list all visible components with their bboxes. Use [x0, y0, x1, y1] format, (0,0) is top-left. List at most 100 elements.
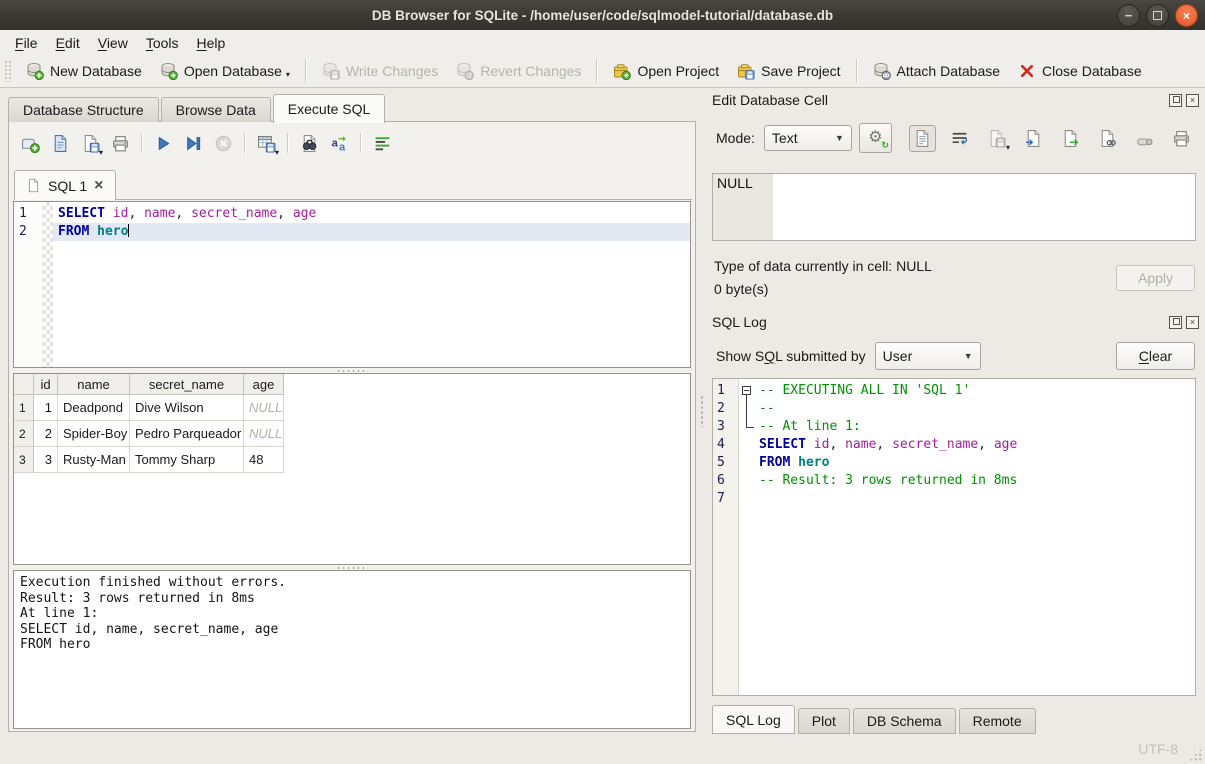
edit-cell-dock-title: Edit Database Cell — [712, 92, 828, 108]
save-results-button[interactable]: ▾ — [253, 130, 280, 157]
sql-log-filter-row: Show SQL submitted by User ▼ Clear — [716, 341, 1195, 371]
mode-dropdown[interactable]: Text ▼ — [764, 125, 852, 151]
clear-button[interactable]: Clear — [1116, 342, 1195, 370]
toolbar-button-label: Revert Changes — [480, 63, 581, 79]
open-sql-file-button[interactable] — [47, 130, 74, 157]
close-database-button[interactable]: Close Database — [1009, 58, 1151, 84]
collapse-icon[interactable] — [742, 386, 751, 395]
find-replace-button[interactable] — [296, 130, 323, 157]
tab-browse-data[interactable]: Browse Data — [161, 97, 271, 122]
print-button[interactable] — [107, 130, 134, 157]
save-sql-file-button[interactable]: ▾ — [77, 130, 104, 157]
toolbar-button-label: Open Database — [184, 63, 282, 79]
revert-changes-button[interactable]: ↺Revert Changes — [447, 58, 590, 84]
dock-tab-plot[interactable]: Plot — [798, 708, 850, 734]
tab-database-structure[interactable]: Database Structure — [8, 97, 159, 122]
new-database-button[interactable]: New Database — [17, 58, 151, 84]
sql-editor[interactable]: 12 SELECT id, name, secret_name, ageFROM… — [13, 201, 691, 368]
table-cell[interactable]: Spider-Boy — [58, 421, 130, 447]
resize-grip[interactable] — [1189, 748, 1202, 761]
minimize-button[interactable]: − — [1117, 4, 1140, 27]
table-cell[interactable]: Dive Wilson — [130, 395, 244, 421]
dock-tab-remote[interactable]: Remote — [959, 708, 1036, 734]
dock-float-icon[interactable] — [1169, 94, 1182, 107]
table-corner[interactable] — [14, 374, 34, 395]
editor-line: SELECT id, name, secret_name, age — [53, 205, 690, 223]
fold-mark — [739, 490, 756, 508]
open-database-button[interactable]: Open Database ▾ — [151, 58, 299, 84]
dock-close-icon[interactable]: × — [1186, 94, 1199, 107]
stop-button[interactable] — [210, 130, 237, 157]
execute-current-line-button[interactable] — [180, 130, 207, 157]
row-header[interactable]: 3 — [14, 447, 34, 473]
toolbar-grip[interactable] — [4, 60, 12, 82]
dropdown-caret-icon[interactable]: ▾ — [99, 148, 103, 157]
dock-tab-db-schema[interactable]: DB Schema — [853, 708, 956, 734]
dock-close-icon[interactable]: × — [1186, 316, 1199, 329]
open-in-app-button[interactable] — [1094, 125, 1121, 152]
editor-code-area[interactable]: SELECT id, name, secret_name, ageFROM he… — [53, 202, 690, 367]
close-button[interactable]: × — [1175, 4, 1198, 27]
table-cell[interactable]: Deadpond — [58, 395, 130, 421]
dropdown-caret-icon[interactable]: ▾ — [286, 70, 290, 80]
cell-editor[interactable]: NULL — [712, 173, 1196, 241]
table-cell[interactable]: 2 — [34, 421, 58, 447]
row-header[interactable]: 2 — [14, 421, 34, 447]
execute-current-line-icon — [184, 134, 203, 153]
sql-doc-icon — [26, 178, 41, 193]
menu-item-view[interactable]: View — [89, 33, 137, 53]
splitter-grip-icon — [700, 395, 704, 427]
cell-editor-toolbar: ▾ — [909, 125, 1195, 152]
cell-mode-row: Mode: Text ▼ ⚙ ↻ ▾ — [716, 123, 1195, 153]
menu-item-file[interactable]: File — [6, 33, 47, 53]
toggle-comment-icon — [373, 134, 392, 153]
fold-mark[interactable] — [739, 382, 756, 400]
menu-item-tools[interactable]: Tools — [137, 33, 188, 53]
column-header-secret-name[interactable]: secret_name — [130, 374, 244, 395]
dropdown-caret-icon[interactable]: ▾ — [275, 148, 279, 157]
write-changes-button[interactable]: Write Changes — [313, 58, 447, 84]
maximize-button[interactable] — [1146, 4, 1169, 27]
row-header[interactable]: 1 — [14, 395, 34, 421]
table-cell[interactable]: Tommy Sharp — [130, 447, 244, 473]
attach-database-button[interactable]: Attach Database — [864, 58, 1010, 84]
column-header-age[interactable]: age — [244, 374, 284, 395]
toggle-comment-button[interactable] — [369, 130, 396, 157]
format-sql-button[interactable]: aa — [326, 130, 353, 157]
table-cell[interactable]: NULL — [244, 421, 284, 447]
set-null-button[interactable] — [1131, 125, 1158, 152]
open-project-button[interactable]: Open Project — [604, 58, 728, 84]
line-number: 5 — [713, 454, 738, 472]
dock-tab-sql-log[interactable]: SQL Log — [712, 705, 795, 734]
close-tab-icon[interactable]: × — [94, 178, 103, 194]
auto-apply-button[interactable]: ⚙ ↻ — [859, 123, 892, 153]
table-cell[interactable]: 1 — [34, 395, 58, 421]
sql-log-view[interactable]: 1234567 -- EXECUTING ALL IN 'SQL 1'---- … — [712, 378, 1196, 696]
column-header-name[interactable]: name — [58, 374, 130, 395]
menu-item-help[interactable]: Help — [188, 33, 235, 53]
word-wrap-button[interactable] — [946, 125, 973, 152]
save-cell-button[interactable]: ▾ — [983, 125, 1010, 152]
table-cell[interactable]: NULL — [244, 395, 284, 421]
print-cell-button[interactable] — [1168, 125, 1195, 152]
new-sql-tab-button[interactable] — [17, 130, 44, 157]
table-cell[interactable]: Rusty-Man — [58, 447, 130, 473]
execute-all-button[interactable] — [150, 130, 177, 157]
dropdown-caret-icon[interactable]: ▾ — [1006, 143, 1010, 152]
dock-float-icon[interactable] — [1169, 316, 1182, 329]
submitted-by-dropdown[interactable]: User ▼ — [875, 342, 981, 370]
table-cell[interactable]: 48 — [244, 447, 284, 473]
import-file-button[interactable] — [1020, 125, 1047, 152]
column-header-id[interactable]: id — [34, 374, 58, 395]
apply-button[interactable]: Apply — [1116, 265, 1195, 291]
tab-sql-1[interactable]: SQL 1 × — [14, 170, 116, 200]
export-file-button[interactable] — [1057, 125, 1084, 152]
table-cell[interactable]: 3 — [34, 447, 58, 473]
panel-splitter[interactable] — [697, 88, 706, 734]
save-project-button[interactable]: Save Project — [728, 58, 849, 84]
menu-item-edit[interactable]: Edit — [47, 33, 89, 53]
text-mode-button[interactable] — [909, 125, 936, 152]
log-fold-margin — [739, 379, 756, 695]
tab-execute-sql[interactable]: Execute SQL — [273, 94, 386, 123]
table-cell[interactable]: Pedro Parqueador — [130, 421, 244, 447]
